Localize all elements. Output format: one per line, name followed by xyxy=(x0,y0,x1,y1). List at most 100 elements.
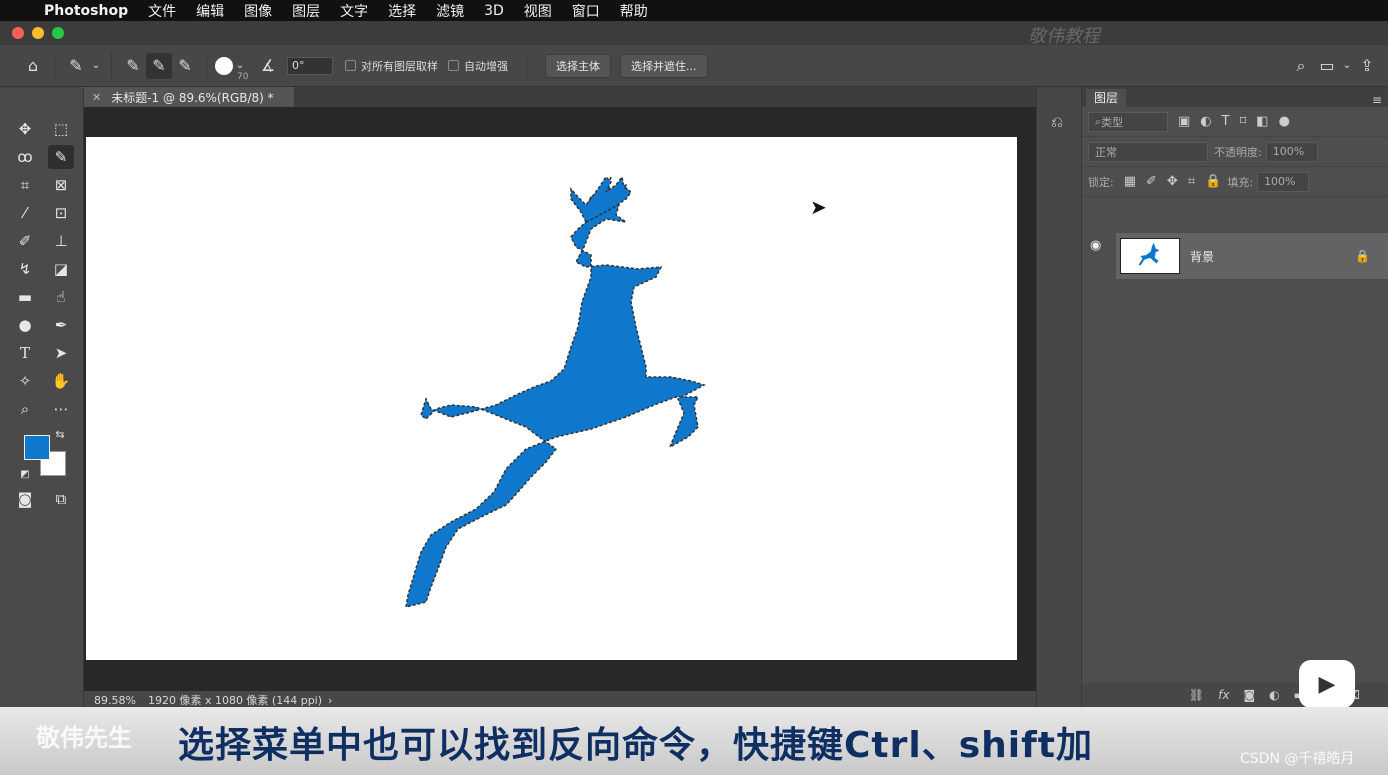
document-tab[interactable]: ✕ 未标题-1 @ 89.6%(RGB/8) * xyxy=(84,87,294,107)
lock-pixels-icon[interactable]: ✐ xyxy=(1146,174,1157,189)
lock-position-icon[interactable]: ✥ xyxy=(1167,174,1178,189)
zoom-level[interactable]: 89.58% xyxy=(94,694,136,707)
menu-app-name[interactable]: Photoshop xyxy=(44,3,128,19)
type-tool-icon[interactable]: T xyxy=(12,341,38,365)
default-colors-icon[interactable]: ◩ xyxy=(18,467,32,481)
layer-filter-value: 类型 xyxy=(1101,115,1124,129)
layer-lock-icon[interactable]: 🔒 xyxy=(1355,249,1370,263)
chevron-down-icon[interactable]: ⌄ xyxy=(89,53,103,79)
lock-transparent-icon[interactable]: ▦ xyxy=(1124,174,1136,189)
panel-dock-strip: ⎌ xyxy=(1036,87,1082,707)
opacity-field[interactable]: 100% xyxy=(1265,141,1318,162)
clone-stamp-tool-icon[interactable]: ⊥ xyxy=(48,229,74,253)
menu-3d[interactable]: 3D xyxy=(484,3,504,19)
select-subject-button[interactable]: 选择主体 xyxy=(545,53,611,78)
marquee-tool-icon[interactable]: ⬚ xyxy=(48,117,74,141)
share-icon[interactable]: ⇪ xyxy=(1354,53,1380,79)
filter-pixel-icon[interactable]: ▣ xyxy=(1178,114,1190,129)
add-mask-icon[interactable]: ◙ xyxy=(1243,688,1255,702)
crop-tool-icon[interactable]: ⌗ xyxy=(12,173,38,197)
adjustment-layer-icon[interactable]: ◐ xyxy=(1269,688,1279,702)
menu-window[interactable]: 窗口 xyxy=(572,1,600,21)
frame-tool-icon[interactable]: ⊠ xyxy=(48,173,74,197)
close-window-button[interactable] xyxy=(12,27,24,39)
history-panel-icon[interactable]: ⎌ xyxy=(1051,113,1063,131)
watermark-right: CSDN @千禧皓月 xyxy=(1240,751,1355,767)
fx-icon[interactable]: fx xyxy=(1218,688,1229,702)
quick-selection-tool-icon[interactable]: ✎ xyxy=(48,145,74,169)
custom-shape-tool-icon[interactable]: ✧ xyxy=(12,369,38,393)
search-icon[interactable]: ⌕ xyxy=(1288,53,1314,79)
lock-all-icon[interactable]: 🔒 xyxy=(1205,174,1221,189)
workspace-icon[interactable]: ▭ xyxy=(1314,53,1340,79)
watermark-left: 敬伟先生 xyxy=(36,724,132,752)
brush-size-value: 70 xyxy=(237,72,249,82)
hand-tool-icon[interactable]: ✋ xyxy=(48,369,74,393)
layer-row-background[interactable]: 背景 🔒 xyxy=(1116,233,1388,279)
fill-field[interactable]: 100% xyxy=(1257,171,1310,192)
foreground-color-swatch[interactable] xyxy=(24,435,50,460)
link-layers-icon[interactable]: ⛓ xyxy=(1189,688,1204,702)
chevron-right-icon[interactable]: › xyxy=(328,694,332,707)
layer-name[interactable]: 背景 xyxy=(1190,248,1214,265)
add-to-selection-icon[interactable]: ✎ xyxy=(146,52,172,79)
history-brush-tool-icon[interactable]: ↯ xyxy=(12,257,38,281)
lock-artboard-icon[interactable]: ⌗ xyxy=(1188,174,1195,189)
filter-adjustment-icon[interactable]: ◐ xyxy=(1200,114,1211,129)
quick-selection-preset-icon[interactable]: ✎ xyxy=(63,53,89,79)
menu-file[interactable]: 文件 xyxy=(148,1,176,21)
zoom-window-button[interactable] xyxy=(52,27,64,39)
eyedropper-tool-icon[interactable]: ⁄ xyxy=(12,201,38,225)
document-canvas[interactable]: ➤ xyxy=(86,137,1017,660)
more-tools-icon[interactable]: ⋯ xyxy=(48,397,74,421)
sample-all-layers-checkbox[interactable] xyxy=(345,60,356,71)
eraser-tool-icon[interactable]: ◪ xyxy=(48,257,74,281)
home-icon[interactable]: ⌂ xyxy=(20,53,46,79)
menu-help[interactable]: 帮助 xyxy=(620,1,648,21)
menu-select[interactable]: 选择 xyxy=(388,1,416,21)
menu-image[interactable]: 图像 xyxy=(244,1,272,21)
zoom-tool-icon[interactable]: ⌕ xyxy=(12,397,38,421)
filter-shape-icon[interactable]: ⌑ xyxy=(1240,114,1247,129)
panel-menu-icon[interactable]: ≡ xyxy=(1372,93,1382,107)
gradient-tool-icon[interactable]: ▬ xyxy=(12,285,38,309)
screen-mode-icon[interactable]: ⧉ xyxy=(48,487,74,511)
smudge-tool-icon[interactable]: ☝ xyxy=(48,285,74,309)
brush-tool-icon[interactable]: ✐ xyxy=(12,229,38,253)
brush-preview-icon[interactable] xyxy=(215,56,233,75)
menu-view[interactable]: 视图 xyxy=(524,1,552,21)
auto-enhance-checkbox[interactable] xyxy=(448,60,459,71)
select-and-mask-button[interactable]: 选择并遮住... xyxy=(620,53,708,78)
dodge-tool-icon[interactable]: ● xyxy=(12,313,38,337)
angle-icon: ∡ xyxy=(260,56,276,75)
chevron-down-icon[interactable]: ⌄ xyxy=(1340,53,1354,79)
angle-field[interactable]: 0° xyxy=(287,56,333,75)
swap-colors-icon[interactable]: ⇆ xyxy=(52,427,68,441)
menu-type[interactable]: 文字 xyxy=(340,1,368,21)
lock-label: 锁定: xyxy=(1088,175,1114,189)
move-tool-icon[interactable]: ✥ xyxy=(12,117,38,141)
blend-mode-select[interactable]: 正常 xyxy=(1088,141,1208,162)
layer-filter-select[interactable]: ⌕ 类型 xyxy=(1088,111,1168,132)
lasso-tool-icon[interactable]: ꝏ xyxy=(12,145,38,169)
new-selection-icon[interactable]: ✎ xyxy=(120,53,146,79)
quick-mask-icon[interactable]: ◙ xyxy=(12,487,38,511)
menu-layer[interactable]: 图层 xyxy=(292,1,320,21)
subtract-selection-icon[interactable]: ✎ xyxy=(172,53,198,79)
close-tab-icon[interactable]: ✕ xyxy=(92,91,101,104)
mouse-cursor-icon: ➤ xyxy=(810,195,827,219)
layers-panel-tabs: 图层 ≡ xyxy=(1082,87,1388,107)
path-selection-tool-icon[interactable]: ➤ xyxy=(48,341,74,365)
menu-edit[interactable]: 编辑 xyxy=(196,1,224,21)
menu-filter[interactable]: 滤镜 xyxy=(436,1,464,21)
minimize-window-button[interactable] xyxy=(32,27,44,39)
spot-healing-tool-icon[interactable]: ⊡ xyxy=(48,201,74,225)
document-info[interactable]: 1920 像素 x 1080 像素 (144 ppi) xyxy=(148,692,322,708)
filter-type-icon[interactable]: T xyxy=(1222,114,1230,129)
eye-icon[interactable]: ◉ xyxy=(1090,238,1101,253)
filter-smart-object-icon[interactable]: ◧ xyxy=(1256,114,1268,129)
filter-toggle-icon[interactable]: ● xyxy=(1279,114,1290,129)
document-tab-title: 未标题-1 @ 89.6%(RGB/8) * xyxy=(111,90,274,105)
pen-tool-icon[interactable]: ✒ xyxy=(48,313,74,337)
tab-layers[interactable]: 图层 xyxy=(1086,89,1127,107)
